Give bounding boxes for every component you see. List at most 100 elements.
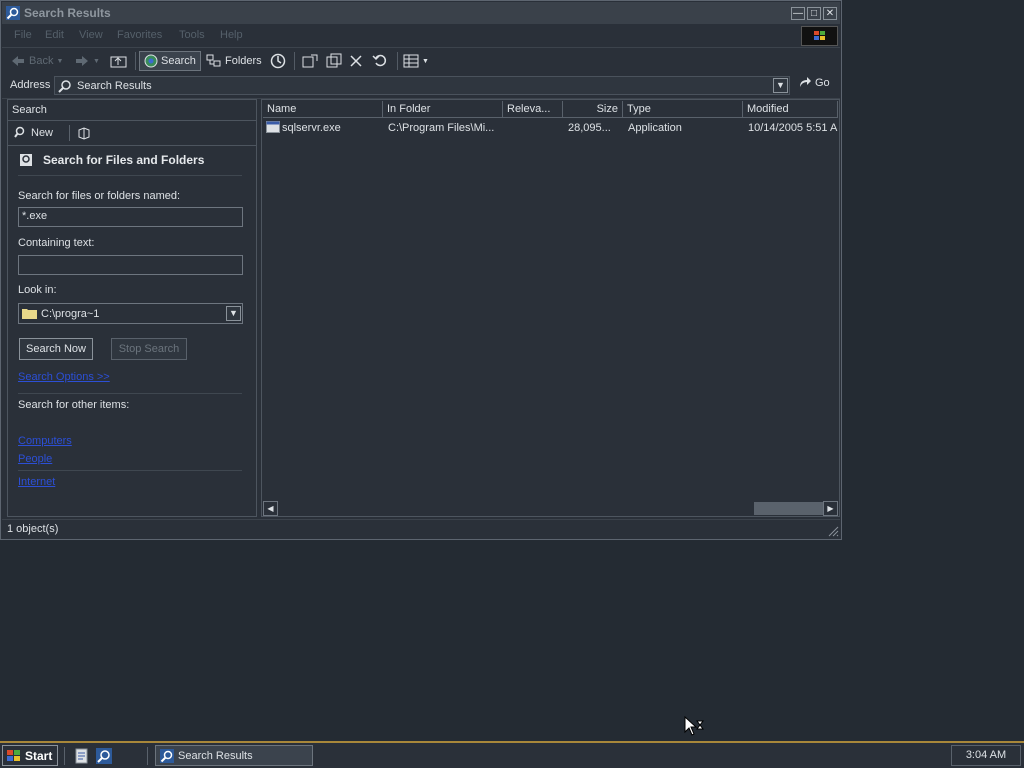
menu-view[interactable]: View	[79, 29, 103, 41]
start-label: Start	[25, 748, 53, 763]
divider	[18, 470, 242, 471]
quicklaunch-search-icon[interactable]	[95, 747, 113, 765]
toolbar-separator	[397, 52, 398, 70]
search-section-title: Search for Files and Folders	[43, 153, 205, 167]
quicklaunch-notepad-icon[interactable]	[73, 747, 91, 765]
filename-label: Search for files or folders named:	[18, 190, 181, 202]
look-in-dropdown-button[interactable]: ▼	[226, 306, 241, 321]
folders-button[interactable]: Folders	[206, 51, 262, 71]
forward-arrow-icon	[76, 56, 88, 66]
close-button[interactable]: ✕	[823, 7, 837, 20]
column-header-name[interactable]: Name	[263, 101, 383, 118]
internet-link[interactable]: Internet	[18, 476, 55, 488]
divider	[18, 175, 242, 176]
explorer-window: Search Results — □ ✕ File Edit View Favo…	[0, 0, 842, 540]
cell-name: sqlservr.exe	[282, 122, 341, 134]
search-label: Search	[161, 55, 196, 67]
column-header-size[interactable]: Size	[563, 101, 623, 118]
menu-tools[interactable]: Tools	[179, 29, 205, 41]
forward-dropdown-icon[interactable]: ▼	[93, 58, 100, 65]
resize-grip-icon[interactable]	[827, 525, 839, 537]
menu-favorites[interactable]: Favorites	[117, 29, 162, 41]
scroll-left-button[interactable]: ◀	[263, 501, 278, 516]
folder-icon	[22, 309, 37, 319]
new-search-button[interactable]: New	[14, 126, 53, 139]
search-pane: Search New Search for Files and Folders …	[7, 99, 257, 517]
undo-icon	[372, 54, 387, 67]
cell-size: 28,095...	[568, 122, 611, 134]
maximize-button[interactable]: □	[807, 7, 821, 20]
search-button[interactable]: Search	[139, 51, 201, 71]
horizontal-scrollbar[interactable]: ◀ ▶	[263, 501, 838, 516]
address-dropdown-button[interactable]: ▼	[773, 78, 788, 93]
toolbar-separator	[135, 52, 136, 70]
history-button[interactable]	[270, 51, 286, 71]
table-row[interactable]: sqlservr.exe C:\Program Files\Mi... 28,0…	[263, 118, 838, 138]
folders-label: Folders	[225, 55, 262, 67]
toolbar-separator	[294, 52, 295, 70]
computers-link[interactable]: Computers	[18, 435, 72, 447]
address-label: Address	[10, 79, 51, 91]
up-folder-button[interactable]	[110, 51, 128, 71]
column-header-modified[interactable]: Modified	[743, 101, 838, 118]
start-button[interactable]: Start	[2, 745, 58, 766]
address-field[interactable]: Search Results ▼	[54, 76, 790, 95]
folders-icon	[206, 54, 221, 67]
copy-to-icon	[326, 53, 342, 68]
delete-button[interactable]	[349, 51, 363, 71]
address-bar: Address Search Results ▼ Go	[2, 74, 840, 99]
back-button[interactable]: Back ▼	[10, 51, 63, 71]
move-to-icon	[302, 54, 318, 68]
go-arrow-icon	[800, 77, 811, 87]
menu-file[interactable]: File	[14, 29, 32, 41]
move-to-button[interactable]	[301, 51, 319, 71]
back-dropdown-icon[interactable]: ▼	[56, 58, 63, 65]
cell-type: Application	[628, 122, 682, 134]
up-folder-icon	[110, 56, 127, 68]
undo-button[interactable]	[372, 51, 388, 71]
filename-input[interactable]: *.exe	[18, 207, 243, 227]
results-list: Name In Folder Releva... Size Type Modif…	[261, 99, 840, 517]
minimize-button[interactable]: —	[791, 7, 805, 20]
windows-logo-icon	[801, 26, 838, 46]
back-arrow-icon	[12, 56, 24, 66]
pane-toolbar-separator	[69, 125, 70, 141]
column-header-in-folder[interactable]: In Folder	[383, 101, 503, 118]
search-files-icon	[20, 154, 32, 166]
containing-text-input[interactable]	[18, 255, 243, 275]
stop-search-button[interactable]: Stop Search	[111, 338, 187, 360]
status-text: 1 object(s)	[7, 523, 59, 535]
search-results-icon	[58, 80, 71, 93]
task-label: Search Results	[178, 749, 253, 762]
look-in-label: Look in:	[18, 284, 57, 296]
window-title: Search Results	[24, 6, 111, 20]
containing-text-label: Containing text:	[18, 237, 95, 249]
scroll-right-button[interactable]: ▶	[823, 501, 838, 516]
menu-help[interactable]: Help	[220, 29, 243, 41]
address-value: Search Results	[77, 80, 152, 92]
forward-button[interactable]: ▼	[74, 51, 100, 71]
look-in-select[interactable]: C:\progra~1 ▼	[18, 303, 243, 324]
search-now-button[interactable]: Search Now	[19, 338, 93, 360]
taskbar: Start Search Results 3:04 AM	[0, 741, 1024, 768]
people-link[interactable]: People	[18, 453, 52, 465]
cell-folder: C:\Program Files\Mi...	[388, 122, 495, 134]
menu-edit[interactable]: Edit	[45, 29, 64, 41]
taskbar-window-button[interactable]: Search Results	[155, 745, 313, 766]
column-header-type[interactable]: Type	[623, 101, 743, 118]
busy-cursor-icon	[684, 716, 704, 736]
column-header-relevance[interactable]: Releva...	[503, 101, 563, 118]
search-options-link[interactable]: Search Options >>	[18, 371, 110, 383]
scrollbar-thumb[interactable]	[754, 502, 824, 515]
application-file-icon	[266, 121, 280, 133]
views-button[interactable]: ▼	[403, 51, 429, 71]
taskbar-separator	[147, 747, 148, 765]
system-tray-clock[interactable]: 3:04 AM	[951, 745, 1021, 766]
search-companion-book-icon[interactable]	[77, 126, 91, 140]
copy-to-button[interactable]	[325, 51, 343, 71]
toolbar: Back ▼ ▼ Search Folders ▼	[2, 48, 840, 75]
status-bar: 1 object(s)	[2, 519, 840, 540]
title-bar[interactable]: Search Results — □ ✕	[2, 2, 840, 24]
search-results-task-icon	[160, 748, 174, 763]
go-button[interactable]: Go	[798, 77, 830, 89]
